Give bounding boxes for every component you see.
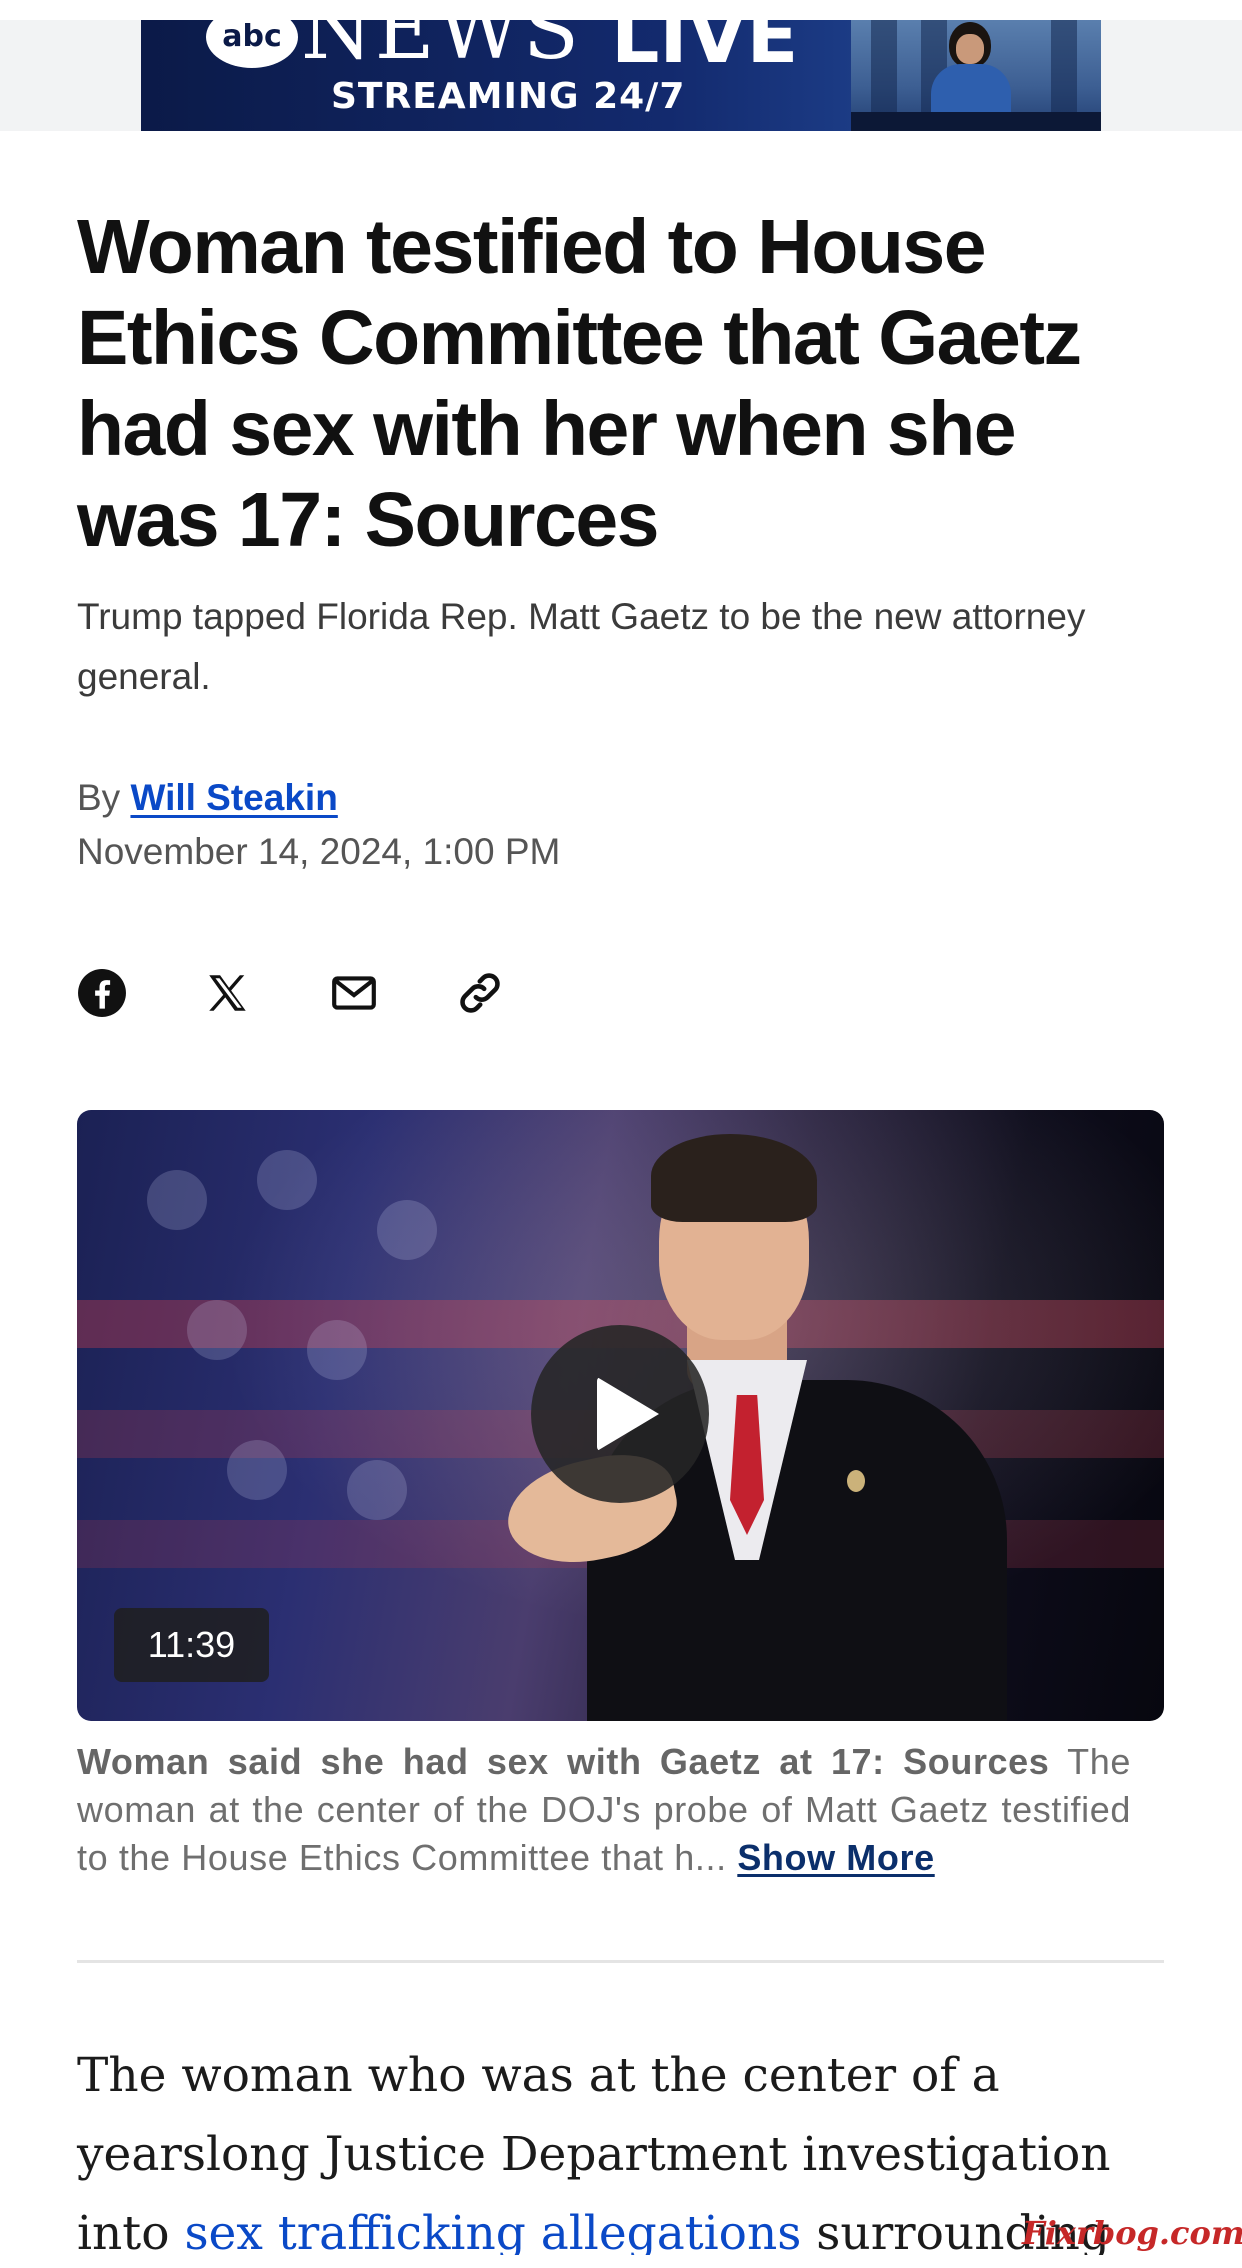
abc-news-live-ad-banner[interactable]: abc NEWS LIVE STREAMING 24/7 <box>141 20 1101 131</box>
ad-streaming-text: STREAMING 24/7 <box>331 76 686 117</box>
sex-trafficking-allegations-link[interactable]: sex trafficking allegations <box>184 2206 801 2261</box>
show-more-link[interactable]: Show More <box>737 1837 934 1878</box>
article-headline: Woman testified to House Ethics Committe… <box>77 204 1082 563</box>
article-subheadline: Trump tapped Florida Rep. Matt Gaetz to … <box>77 596 1086 697</box>
byline-prefix: By <box>77 777 121 818</box>
play-icon <box>597 1377 659 1451</box>
ad-top-spacer <box>0 0 1242 20</box>
facebook-icon[interactable] <box>77 968 127 1018</box>
link-icon[interactable] <box>455 968 505 1018</box>
author-link[interactable]: Will Steakin <box>130 777 337 818</box>
play-button[interactable] <box>531 1325 709 1503</box>
divider <box>77 1960 1164 1963</box>
abc-logo: abc <box>206 20 298 68</box>
article-body-paragraph: The woman who was at the center of a yea… <box>77 2036 1187 2268</box>
video-duration-badge: 11:39 <box>114 1608 269 1682</box>
publish-date: November 14, 2024, 1:00 PM <box>77 831 561 872</box>
email-icon[interactable] <box>329 968 379 1018</box>
ad-desk-shape <box>851 112 1101 131</box>
video-caption-title: Woman said she had sex with Gaetz at 17:… <box>77 1741 1050 1782</box>
watermark: Fixrbog.com <box>1022 2214 1242 2252</box>
ad-live-wordmark: LIVE <box>611 20 799 80</box>
ad-news-wordmark: NEWS <box>301 20 582 78</box>
video-caption: Woman said she had sex with Gaetz at 17:… <box>77 1738 1131 1882</box>
x-icon[interactable] <box>203 968 253 1018</box>
byline: By Will Steakin <box>77 772 338 824</box>
bottom-edge <box>0 2255 1242 2268</box>
